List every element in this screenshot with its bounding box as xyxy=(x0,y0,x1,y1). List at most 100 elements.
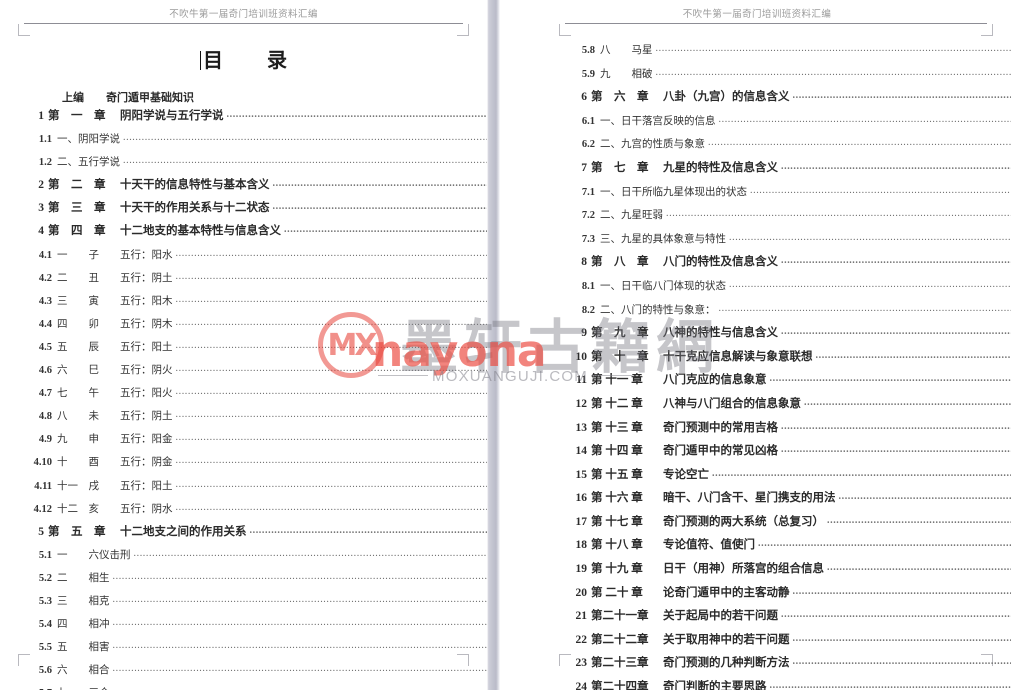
toc-entry[interactable]: 17第 十七 章奇门预测的两大系统（总复习）141 xyxy=(573,516,1012,529)
toc-entry[interactable]: 5.6六 相合32 xyxy=(30,664,487,677)
toc-entry[interactable]: 4.2二 丑 五行：阴土23 xyxy=(30,272,487,285)
toc-entry[interactable]: 21第二十一章关于起局中的若干问题166 xyxy=(573,610,1012,623)
toc-entry[interactable]: 10第 十 章十干克应信息解读与象意联想82 xyxy=(573,350,1012,364)
toc-leader-dots xyxy=(781,422,1011,431)
toc-list-right: 5.8八 马星32 5.9九 相破32 6第 六 章八卦（九宫）的信息含义33 6.1… xyxy=(487,44,1012,690)
toc-leader-dots xyxy=(770,374,1012,383)
toc-entry-number: 16 xyxy=(575,492,588,505)
toc-entry[interactable]: 1第 一 章阴阳学说与五行学说1 xyxy=(30,110,487,123)
toc-entry[interactable]: 6.2二、九宫的性质与象意34 xyxy=(573,138,1011,151)
toc-entry[interactable]: 12第 十二 章八神与八门组合的信息象意114 xyxy=(573,397,1012,411)
toc-entry-number: 21 xyxy=(575,610,588,623)
toc-entry-title: 日干（用神）所落宫的组合信息 xyxy=(663,563,824,576)
toc-entry[interactable]: 5第 五 章十二地支之间的作用关系31 xyxy=(30,526,487,539)
toc-entry[interactable]: 4.4四 卯 五行：阴木25 xyxy=(30,318,487,331)
toc-entry-chapter: 第二十一章 xyxy=(591,610,649,623)
toc-entry-number: 10 xyxy=(575,350,588,363)
toc-entry-number: 7.2 xyxy=(581,210,595,222)
toc-entry[interactable]: 4.3三 寅 五行：阳木24 xyxy=(30,295,487,308)
toc-entry-title: 八神的特性与信息含义 xyxy=(663,327,778,340)
toc-entry-title: 十一 戌 五行：阳土 xyxy=(57,480,173,492)
toc-entry[interactable]: 5.9九 相破32 xyxy=(573,68,1011,81)
toc-entry[interactable]: 5.4四 相冲31 xyxy=(30,618,487,631)
toc-entry[interactable]: 13第 十三 章奇门预测中的常用吉格119 xyxy=(573,421,1012,435)
toc-entry-chapter: 第 十九 章 xyxy=(591,563,643,576)
toc-entry-chapter: 第 五 章 xyxy=(48,525,106,538)
toc-entry-number: 4.4 xyxy=(38,318,52,330)
toc-entry-title: 二、九宫的性质与象意 xyxy=(600,139,705,151)
toc-entry-title: 二、八门的特性与象意： xyxy=(600,304,716,316)
page-gutter-shadow xyxy=(487,0,500,690)
toc-entry[interactable]: 4.9九 申 五行：阳金27 xyxy=(30,433,487,446)
toc-entry[interactable]: 6第 六 章八卦（九宫）的信息含义33 xyxy=(573,91,1011,104)
toc-entry[interactable]: 4.1一 子 五行：阳水23 xyxy=(30,249,487,262)
toc-entry[interactable]: 18第 十八 章专论值符、值使门153 xyxy=(573,539,1012,552)
toc-entry-chapter: 第二十二章 xyxy=(591,633,649,646)
page-title: 目 录 xyxy=(0,44,487,73)
toc-leader-dots xyxy=(113,572,488,581)
toc-entry-number: 4.10 xyxy=(33,457,52,469)
toc-entry[interactable]: 8.1一、日干临八门体现的状态55 xyxy=(573,280,1011,293)
toc-entry[interactable]: 14第 十四 章奇门遁甲中的常见凶格128 xyxy=(573,445,1012,458)
toc-entry[interactable]: 8第 八 章八门的特性及信息含义55 xyxy=(573,256,1011,269)
toc-entry-number: 4.5 xyxy=(38,341,52,353)
toc-entry-chapter: 第 十二 章 xyxy=(591,397,643,410)
toc-entry-title: 奇门预测的几种判断方法 xyxy=(663,657,790,670)
toc-entry[interactable]: 16第 十六 章暗干、八门含干、星门携支的用法140 xyxy=(573,492,1012,505)
toc-entry-chapter: 第 八 章 xyxy=(591,256,649,269)
toc-entry[interactable]: 5.2二 相生31 xyxy=(30,572,487,585)
toc-leader-dots xyxy=(708,138,1011,147)
toc-entry[interactable]: 19第 十九 章日干（用神）所落宫的组合信息159 xyxy=(573,563,1012,576)
toc-entry-number: 4 xyxy=(38,225,44,238)
toc-entry-number: 13 xyxy=(575,421,588,434)
toc-entry-number: 6 xyxy=(581,91,587,104)
toc-entry[interactable]: 20第 二十 章论奇门遁甲中的主客动静161 xyxy=(573,587,1012,600)
toc-entry[interactable]: 15第 十五 章专论空亡137 xyxy=(573,469,1012,482)
toc-entry[interactable]: 4.5五 辰 五行：阳土25 xyxy=(30,341,487,354)
toc-entry[interactable]: 9第 九 章八神的特性与信息含义70 xyxy=(573,327,1011,340)
toc-entry[interactable]: 6.1一、日干落宫反映的信息33 xyxy=(573,115,1011,128)
toc-leader-dots xyxy=(176,295,488,304)
toc-entry[interactable]: 5.5五 相害32 xyxy=(30,641,487,654)
toc-leader-dots xyxy=(719,115,1012,124)
toc-entry[interactable]: 1.1一、阴阳学说1 xyxy=(30,133,487,146)
toc-entry[interactable]: 4.7七 午 五行：阳火26 xyxy=(30,387,487,400)
toc-entry[interactable]: 7.1一、日干所临九星体现出的状态44 xyxy=(573,186,1011,199)
toc-entry[interactable]: 23第二十三章奇门预测的几种判断方法173 xyxy=(573,657,1012,670)
toc-entry[interactable]: 11第 十一 章八门克应的信息象意110 xyxy=(573,374,1011,387)
toc-entry-number: 1.1 xyxy=(38,134,52,146)
toc-entry[interactable]: 1.2二、五行学说3 xyxy=(30,156,487,169)
toc-entry-title: 四 相冲 xyxy=(57,619,110,631)
toc-leader-dots xyxy=(781,445,1011,454)
toc-entry[interactable]: 7.2二、九星旺弱45 xyxy=(573,209,1011,222)
toc-entry[interactable]: 3第 三 章十天干的作用关系与十二状态17 xyxy=(30,202,487,215)
toc-entry-title: 十 酉 五行：阴金 xyxy=(57,457,173,469)
toc-entry[interactable]: 24第二十四章奇门判断的主要思路177 xyxy=(573,681,1012,690)
toc-entry-chapter: 第 十一 章 xyxy=(591,374,643,387)
toc-entry[interactable]: 2第 二 章十天干的信息特性与基本含义7 xyxy=(30,179,487,192)
toc-entry[interactable]: 4.8八 未 五行：阴土27 xyxy=(30,410,487,423)
toc-part-heading[interactable]: 上编 奇门遁甲基础知识 .1 xyxy=(62,92,487,104)
toc-entry[interactable]: 4.10十 酉 五行：阴金28 xyxy=(30,456,487,469)
toc-leader-dots xyxy=(284,225,487,234)
toc-leader-dots xyxy=(781,256,1011,265)
toc-entry[interactable]: 4.6六 巳 五行：阴火26 xyxy=(30,364,487,377)
toc-leader-dots xyxy=(176,433,488,442)
toc-entry[interactable]: 5.3三 相克31 xyxy=(30,595,487,608)
toc-entry-title: 奇门预测中的常用吉格 xyxy=(663,421,778,434)
toc-entry-title: 一 六仪击刑 xyxy=(57,549,131,561)
toc-entry[interactable]: 7第 七 章九星的特性及信息含义44 xyxy=(573,162,1011,175)
toc-leader-dots xyxy=(712,469,1011,478)
page-body-left: 目 录 上编 奇门遁甲基础知识 .1 1第 一 章阴阳学说与五行学说1 1.1一、… xyxy=(0,0,487,690)
toc-entry[interactable]: 4.11十一 戌 五行：阳土28 xyxy=(30,480,487,493)
toc-leader-dots xyxy=(781,327,1011,336)
text-caret xyxy=(200,51,201,70)
toc-entry[interactable]: 4.12十二 亥 五行：阴水29 xyxy=(30,503,487,516)
toc-entry[interactable]: 7.3三、九星的具体象意与特性47 xyxy=(573,233,1011,246)
toc-entry[interactable]: 5.1一 六仪击刑31 xyxy=(30,549,487,562)
toc-entry[interactable]: 22第二十二章关于取用神中的若干问题167 xyxy=(573,633,1012,647)
toc-entry[interactable]: 8.2二、八门的特性与象意：57 xyxy=(573,304,1011,317)
toc-entry-number: 5.9 xyxy=(581,68,595,80)
toc-entry[interactable]: 4第 四 章十二地支的基本特性与信息含义23 xyxy=(30,225,487,238)
toc-entry[interactable]: 5.8八 马星32 xyxy=(573,44,1011,57)
